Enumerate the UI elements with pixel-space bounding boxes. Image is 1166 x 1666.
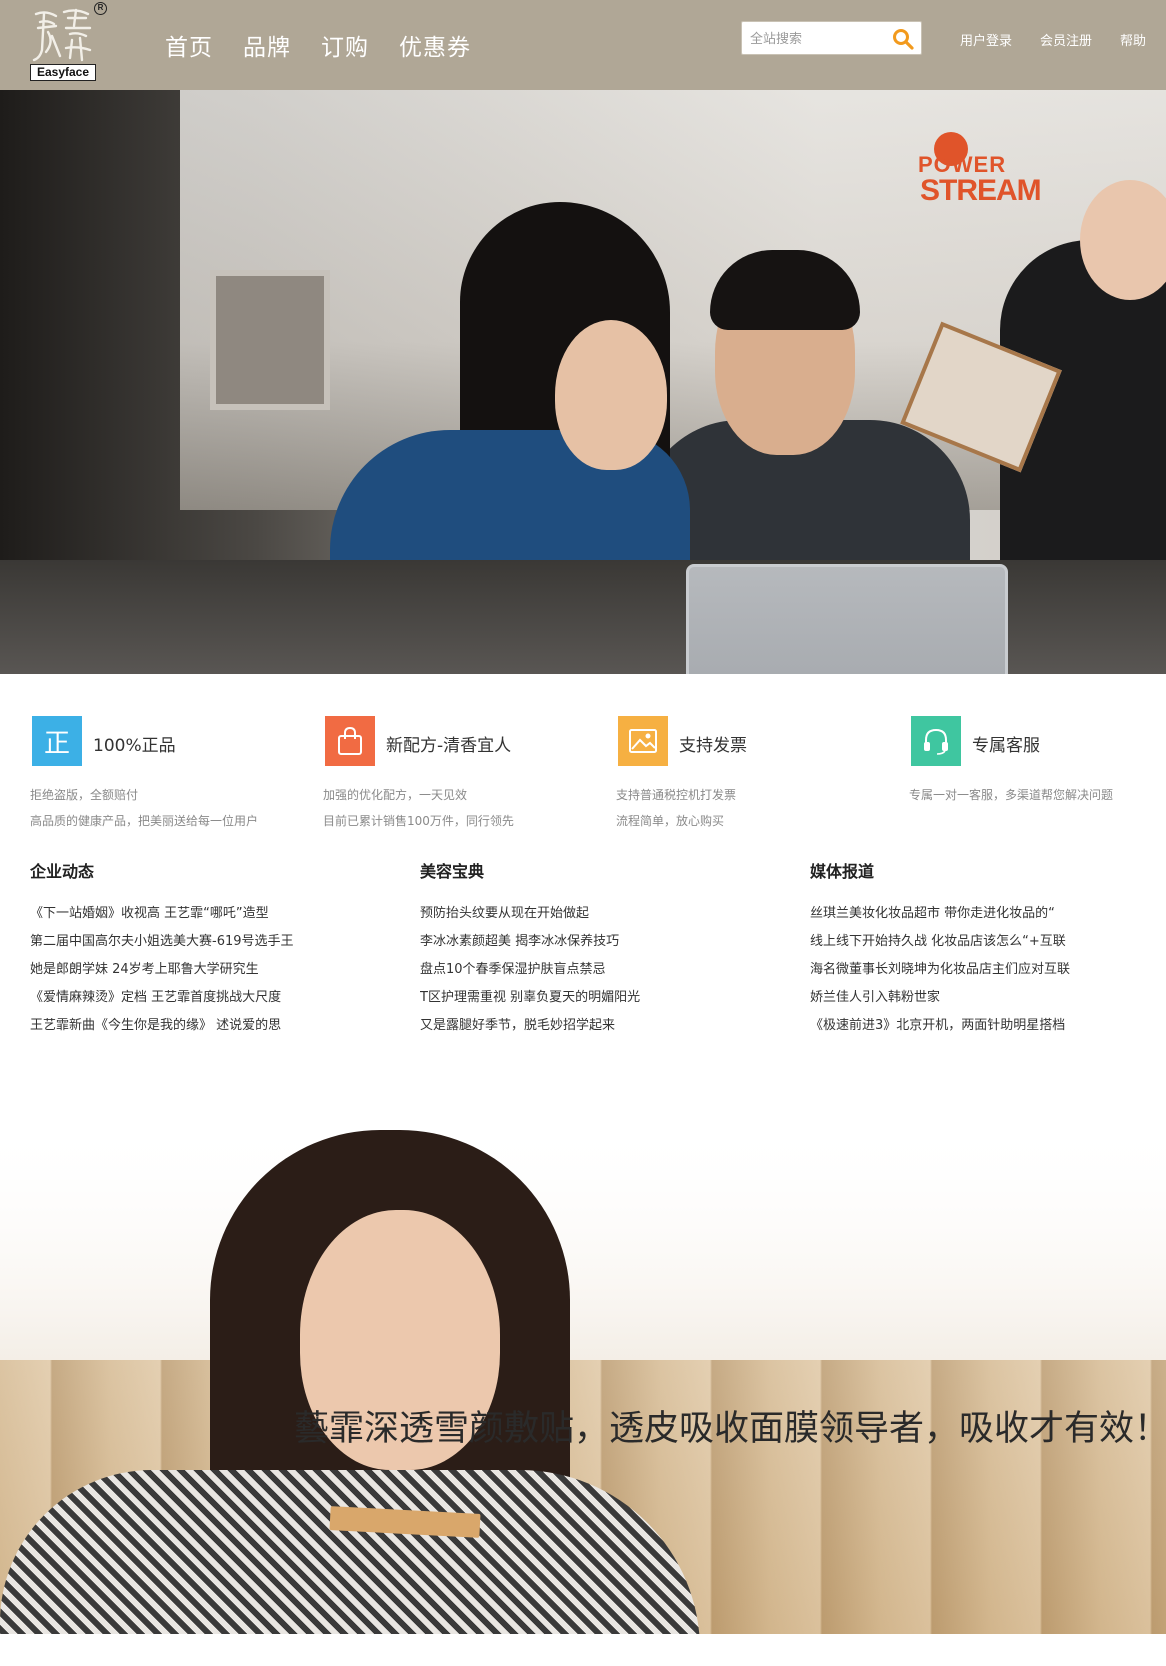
feature-desc-line: 专属一对一客服，多渠道帮您解决问题 [909,788,1114,802]
calligraphy-logo-icon [32,8,92,62]
brand-logo[interactable]: R Easyface [28,2,108,84]
feature-desc: 加强的优化配方，一天见效 目前已累计销售100万件，同行领先 [323,782,514,834]
news-item[interactable]: T区护理需重视 别辜负夏天的明媚阳光 [420,984,750,1012]
login-link[interactable]: 用户登录 [960,30,1012,49]
promo-woman-sweater [0,1470,700,1634]
news-item[interactable]: 第二届中国高尔夫小姐选美大赛-619号选手王 [30,928,360,956]
news-list: 预防抬头纹要从现在开始做起 李冰冰素颜超美 揭李冰冰保养技巧 盘点10个春季保湿… [420,900,750,1040]
feature-desc: 支持普通税控机打发票 流程简单，放心购买 [616,782,736,834]
feature-desc-line: 加强的优化配方，一天见效 [323,788,468,802]
headset-icon [911,716,961,766]
news-column-media: 媒体报道 丝琪兰美妆化妆品超市 带你走进化妆品的“ 线上线下开始持久战 化妆品店… [810,858,1140,1040]
news-column-beauty: 美容宝典 预防抬头纹要从现在开始做起 李冰冰素颜超美 揭李冰冰保养技巧 盘点10… [420,858,750,1040]
feature-title: 新配方-清香宜人 [386,736,512,756]
news-list: 《下一站婚姻》收视高 王艺霏“哪吒”造型 第二届中国高尔夫小姐选美大赛-619号… [30,900,360,1040]
news-item[interactable]: 盘点10个春季保湿护肤盲点禁忌 [420,956,750,984]
registered-mark: R [94,2,107,15]
feature-desc-line: 高品质的健康产品，把美丽送给每一位用户 [30,814,259,828]
news-item[interactable]: 《极速前进3》北京开机，两面针助明星搭档 [810,1012,1140,1040]
nav-item-home[interactable]: 首页 [165,28,213,62]
promo-slogan: 藝霏深透雪颜敷贴，透皮吸收面膜领导者，吸收才有效！ [294,1409,1166,1449]
promo-banner[interactable]: 藝霏深透雪颜敷贴，透皮吸收面膜领导者，吸收才有效！ [0,1120,1166,1634]
news-item[interactable]: 又是露腿好季节，脱毛妙招学起来 [420,1012,750,1040]
invoice-icon [618,716,668,766]
register-link[interactable]: 会员注册 [1040,30,1092,49]
powerstream-sign: POWER STREAM [918,128,1042,228]
nav-item-coupons[interactable]: 优惠券 [399,28,471,62]
bag-icon [325,716,375,766]
feature-title: 专属客服 [972,736,1040,756]
banner-window [210,270,330,410]
news-item[interactable]: 娇兰佳人引入韩粉世家 [810,984,1140,1012]
nav-item-brand[interactable]: 品牌 [243,28,291,62]
promo-background-glow [0,1120,1166,1360]
authentic-icon: 正 [32,716,82,766]
news-item[interactable]: 丝琪兰美妆化妆品超市 带你走进化妆品的“ [810,900,1140,928]
search-box [741,21,922,55]
search-input[interactable] [750,29,880,49]
feature-title: 支持发票 [679,736,747,756]
feature-desc-line: 支持普通税控机打发票 [616,788,737,802]
news-item[interactable]: 《爱情麻辣烫》定档 王艺霏首度挑战大尺度 [30,984,360,1012]
image-icon-svg [629,729,657,753]
feature-desc-line: 目前已累计销售100万件，同行领先 [323,814,514,828]
news-item[interactable]: 海名微董事长刘晓坤为化妆品店主们应对互联 [810,956,1140,984]
news-item[interactable]: 她是郎朗学妹 24岁考上耶鲁大学研究生 [30,956,360,984]
news-item[interactable]: 线上线下开始持久战 化妆品店该怎么“+互联 [810,928,1140,956]
brand-name: Easyface [30,64,96,81]
news-column-title[interactable]: 美容宝典 [420,858,750,892]
news-list: 丝琪兰美妆化妆品超市 带你走进化妆品的“ 线上线下开始持久战 化妆品店该怎么“+… [810,900,1140,1040]
headset-icon-svg [924,728,948,755]
news-item[interactable]: 王艺霏新曲《今生你是我的缘》 述说爱的思 [30,1012,360,1040]
site-header: R Easyface 首页 品牌 订购 优惠券 用户登录 会员注册 帮助 [0,0,1166,90]
news-item[interactable]: 李冰冰素颜超美 揭李冰冰保养技巧 [420,928,750,956]
feature-row: 正 100%正品 拒绝盗版，全额赔付 高品质的健康产品，把美丽送给每一位用户 新… [30,716,1140,836]
search-icon[interactable] [891,27,915,51]
news-column-title[interactable]: 企业动态 [30,858,360,892]
hero-banner[interactable]: POWER STREAM [0,90,1166,674]
news-column-title[interactable]: 媒体报道 [810,858,1140,892]
bag-icon-svg [338,726,362,755]
feature-desc-line: 流程简单，放心购买 [616,814,725,828]
main-nav: 首页 品牌 订购 优惠券 [165,28,501,62]
authentic-icon-glyph: 正 [43,728,70,759]
user-links: 用户登录 会员注册 帮助 [960,30,1146,49]
news-column-company: 企业动态 《下一站婚姻》收视高 王艺霏“哪吒”造型 第二届中国高尔夫小姐选美大赛… [30,858,360,1040]
sign-stream-text: STREAM [920,174,1042,207]
news-section: 企业动态 《下一站婚姻》收视高 王艺霏“哪吒”造型 第二届中国高尔夫小姐选美大赛… [30,858,1140,1048]
help-link[interactable]: 帮助 [1120,30,1146,49]
feature-desc: 拒绝盗版，全额赔付 高品质的健康产品，把美丽送给每一位用户 [30,782,258,834]
laptop-image [686,564,1008,674]
feature-desc-line: 拒绝盗版，全额赔付 [30,788,139,802]
news-item[interactable]: 《下一站婚姻》收视高 王艺霏“哪吒”造型 [30,900,360,928]
woman-face [555,320,667,470]
feature-desc: 专属一对一客服，多渠道帮您解决问题 [909,782,1113,808]
news-item[interactable]: 预防抬头纹要从现在开始做起 [420,900,750,928]
nav-item-order[interactable]: 订购 [321,28,369,62]
feature-title: 100%正品 [93,736,176,756]
